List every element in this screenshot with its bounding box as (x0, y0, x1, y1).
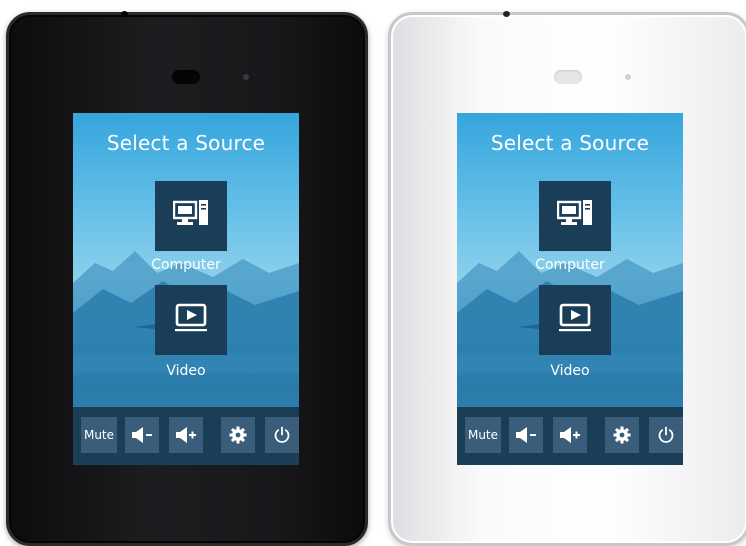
touch-panel-white: Select a Source Computer Video Mute (388, 11, 746, 546)
touch-panel-black: Select a Source Computer Video Mute (6, 11, 368, 546)
volume-up-button[interactable] (169, 417, 203, 453)
source-label-computer: Computer (535, 257, 605, 273)
screen-title: Select a Source (490, 131, 650, 155)
proximity-sensor (172, 70, 200, 84)
volume-down-button[interactable] (125, 417, 159, 453)
source-tile-computer[interactable] (155, 181, 227, 251)
volume-down-button[interactable] (509, 417, 543, 453)
mute-button[interactable]: Mute (465, 417, 501, 453)
volume-up-button[interactable] (553, 417, 587, 453)
mute-button[interactable]: Mute (81, 417, 117, 453)
power-icon (274, 426, 290, 443)
source-label-video: Video (550, 363, 590, 379)
power-button[interactable] (265, 417, 299, 453)
source-label-computer: Computer (151, 257, 221, 273)
volume-down-icon (516, 427, 536, 443)
source-label-video: Video (166, 363, 206, 379)
video-play-icon (559, 303, 591, 332)
settings-button[interactable] (221, 417, 255, 453)
source-tile-video[interactable] (539, 285, 611, 355)
video-play-icon (175, 303, 207, 332)
control-bar: Mute (73, 407, 299, 465)
proximity-sensor (554, 70, 582, 84)
control-bar: Mute (457, 407, 683, 465)
computer-icon (173, 200, 208, 225)
volume-up-icon (176, 427, 196, 443)
settings-button[interactable] (605, 417, 639, 453)
source-tile-computer[interactable] (539, 181, 611, 251)
gear-icon (613, 426, 631, 444)
status-led (625, 74, 631, 80)
volume-up-icon (560, 427, 580, 443)
screen-title: Select a Source (106, 131, 266, 155)
computer-icon (557, 200, 592, 225)
power-icon (658, 426, 674, 443)
panel-notch (121, 11, 128, 17)
panel-notch (503, 11, 510, 17)
status-led (243, 74, 249, 80)
volume-down-icon (132, 427, 152, 443)
power-button[interactable] (649, 417, 683, 453)
gear-icon (229, 426, 247, 444)
source-tile-video[interactable] (155, 285, 227, 355)
touch-screen: Select a Source Computer Video Mute (457, 113, 683, 465)
touch-screen: Select a Source Computer Video Mute (73, 113, 299, 465)
